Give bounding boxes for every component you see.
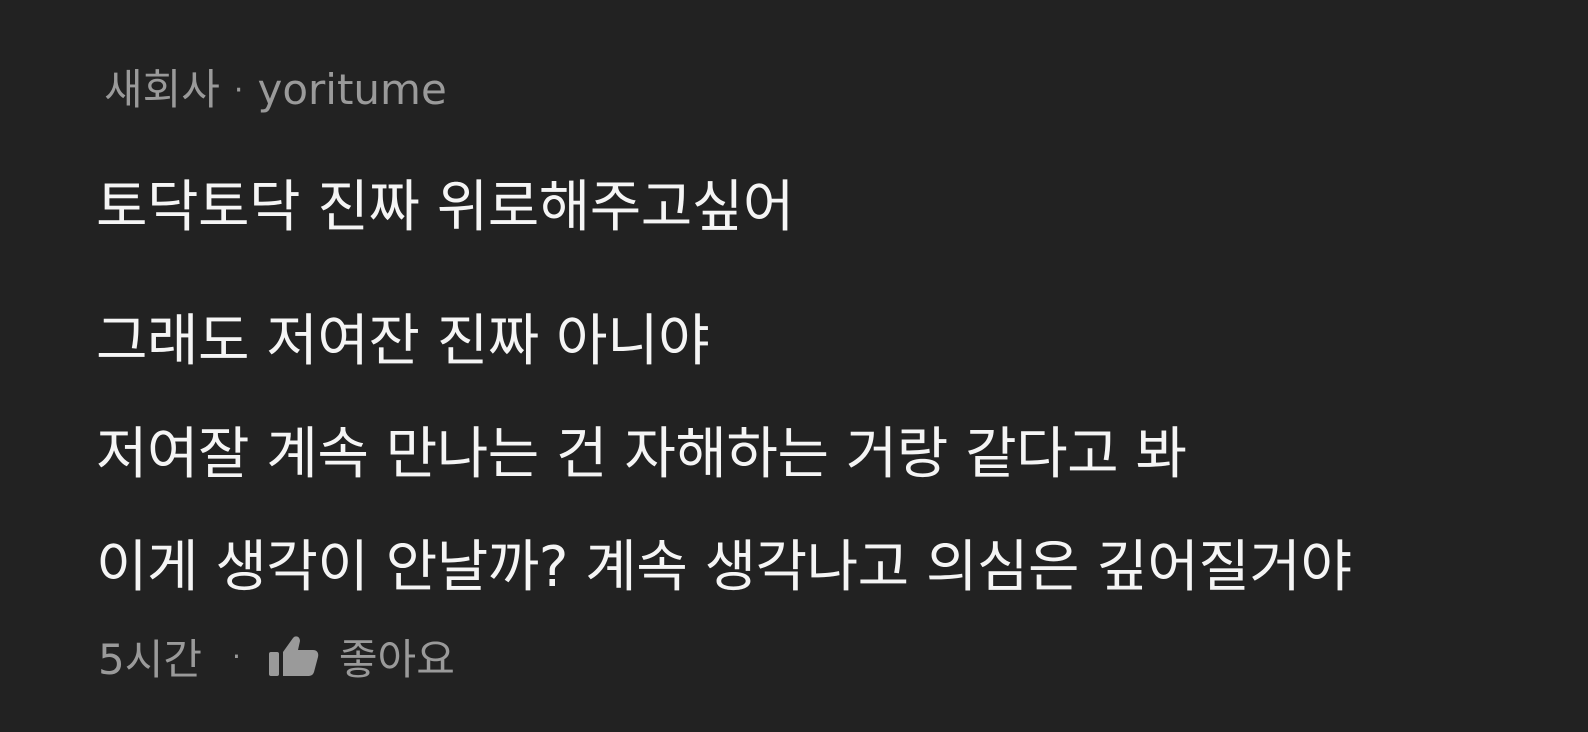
comment-footer: 5시간 · 좋아요 [98, 626, 455, 686]
comment-card: 새회사 · yoritume 토닥토닥 진짜 위로해주고싶어 그래도 저여잔 진짜 … [0, 0, 1588, 732]
meta-separator: · [233, 73, 244, 108]
source-label: 새회사 [104, 65, 220, 114]
comment-line: 그래도 저여잔 진짜 아니야 [96, 309, 710, 374]
timestamp: 5시간 [98, 634, 203, 684]
comment-line: 저여잘 계속 만나는 건 자해하는 거랑 같다고 봐 [96, 422, 1187, 487]
comment-body: 토닥토닥 진짜 위로해주고싶어 그래도 저여잔 진짜 아니야 저여잘 계속 만나… [96, 172, 1352, 624]
author-name[interactable]: yoritume [257, 65, 446, 114]
thumbs-up-icon[interactable] [267, 634, 319, 678]
like-button[interactable]: 좋아요 [339, 626, 455, 687]
comment-line: 이게 생각이 안날까? 계속 생각나고 의심은 깊어질거야 [96, 535, 1352, 600]
footer-separator: · [232, 639, 241, 673]
comment-line: 토닥토닥 진짜 위로해주고싶어 [96, 175, 794, 240]
comment-meta: 새회사 · yoritume [104, 62, 447, 119]
